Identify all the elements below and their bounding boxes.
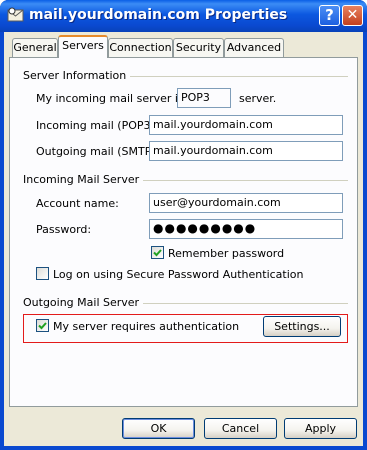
incoming-mail-input[interactable]: mail.yourdomain.com	[149, 115, 343, 135]
mail-account-icon	[7, 7, 24, 22]
close-button[interactable]: ✕	[342, 5, 363, 26]
checkmark-icon	[153, 249, 162, 257]
incoming-type-suffix: server.	[239, 92, 277, 105]
checkmark-icon	[38, 322, 47, 330]
close-icon: ✕	[346, 7, 359, 23]
tab-security[interactable]: Security	[173, 38, 224, 57]
settings-button[interactable]: Settings...	[263, 316, 341, 337]
incoming-mail-label: Incoming mail (POP3):	[36, 119, 159, 132]
help-button[interactable]: ?	[319, 5, 340, 26]
window-frame-bottom	[0, 446, 367, 450]
window-title: mail.yourdomain.com Properties	[29, 7, 288, 23]
ok-button[interactable]: OK	[122, 418, 195, 439]
group-divider	[123, 180, 348, 181]
group-divider	[123, 303, 348, 304]
cancel-button[interactable]: Cancel	[204, 418, 277, 439]
window-frame-right	[363, 32, 367, 450]
account-name-label: Account name:	[36, 197, 119, 210]
outgoing-mail-label: Outgoing mail (SMTP):	[36, 145, 160, 158]
incoming-server-type-field: POP3	[177, 88, 231, 108]
requires-authentication-checkbox[interactable]	[36, 319, 49, 332]
spa-checkbox[interactable]	[36, 267, 49, 280]
remember-password-checkbox[interactable]	[151, 246, 164, 259]
incoming-type-prefix: My incoming mail server is a	[36, 92, 194, 105]
tab-general[interactable]: General	[12, 38, 58, 57]
tab-advanced[interactable]: Advanced	[224, 38, 284, 57]
password-label: Password:	[36, 223, 92, 236]
incoming-mail-server-heading: Incoming Mail Server	[23, 173, 144, 186]
tab-connection[interactable]: Connection	[108, 38, 173, 57]
apply-button[interactable]: Apply	[284, 418, 357, 439]
password-input[interactable]: ●●●●●●●●●	[149, 219, 343, 239]
title-bar[interactable]: mail.yourdomain.com Properties ? ✕	[0, 0, 367, 32]
server-information-heading: Server Information	[23, 69, 131, 82]
properties-window: mail.yourdomain.com Properties ? ✕ Gener…	[0, 0, 367, 450]
requires-authentication-label[interactable]: My server requires authentication	[53, 320, 239, 333]
tab-servers[interactable]: Servers	[58, 35, 108, 58]
outgoing-mail-server-heading: Outgoing Mail Server	[23, 296, 144, 309]
group-divider	[108, 76, 348, 77]
help-icon: ?	[325, 6, 334, 24]
outgoing-mail-input[interactable]: mail.yourdomain.com	[149, 141, 343, 161]
account-name-input[interactable]: user@yourdomain.com	[149, 193, 343, 213]
remember-password-label[interactable]: Remember password	[168, 247, 284, 260]
spa-label[interactable]: Log on using Secure Password Authenticat…	[53, 268, 304, 281]
